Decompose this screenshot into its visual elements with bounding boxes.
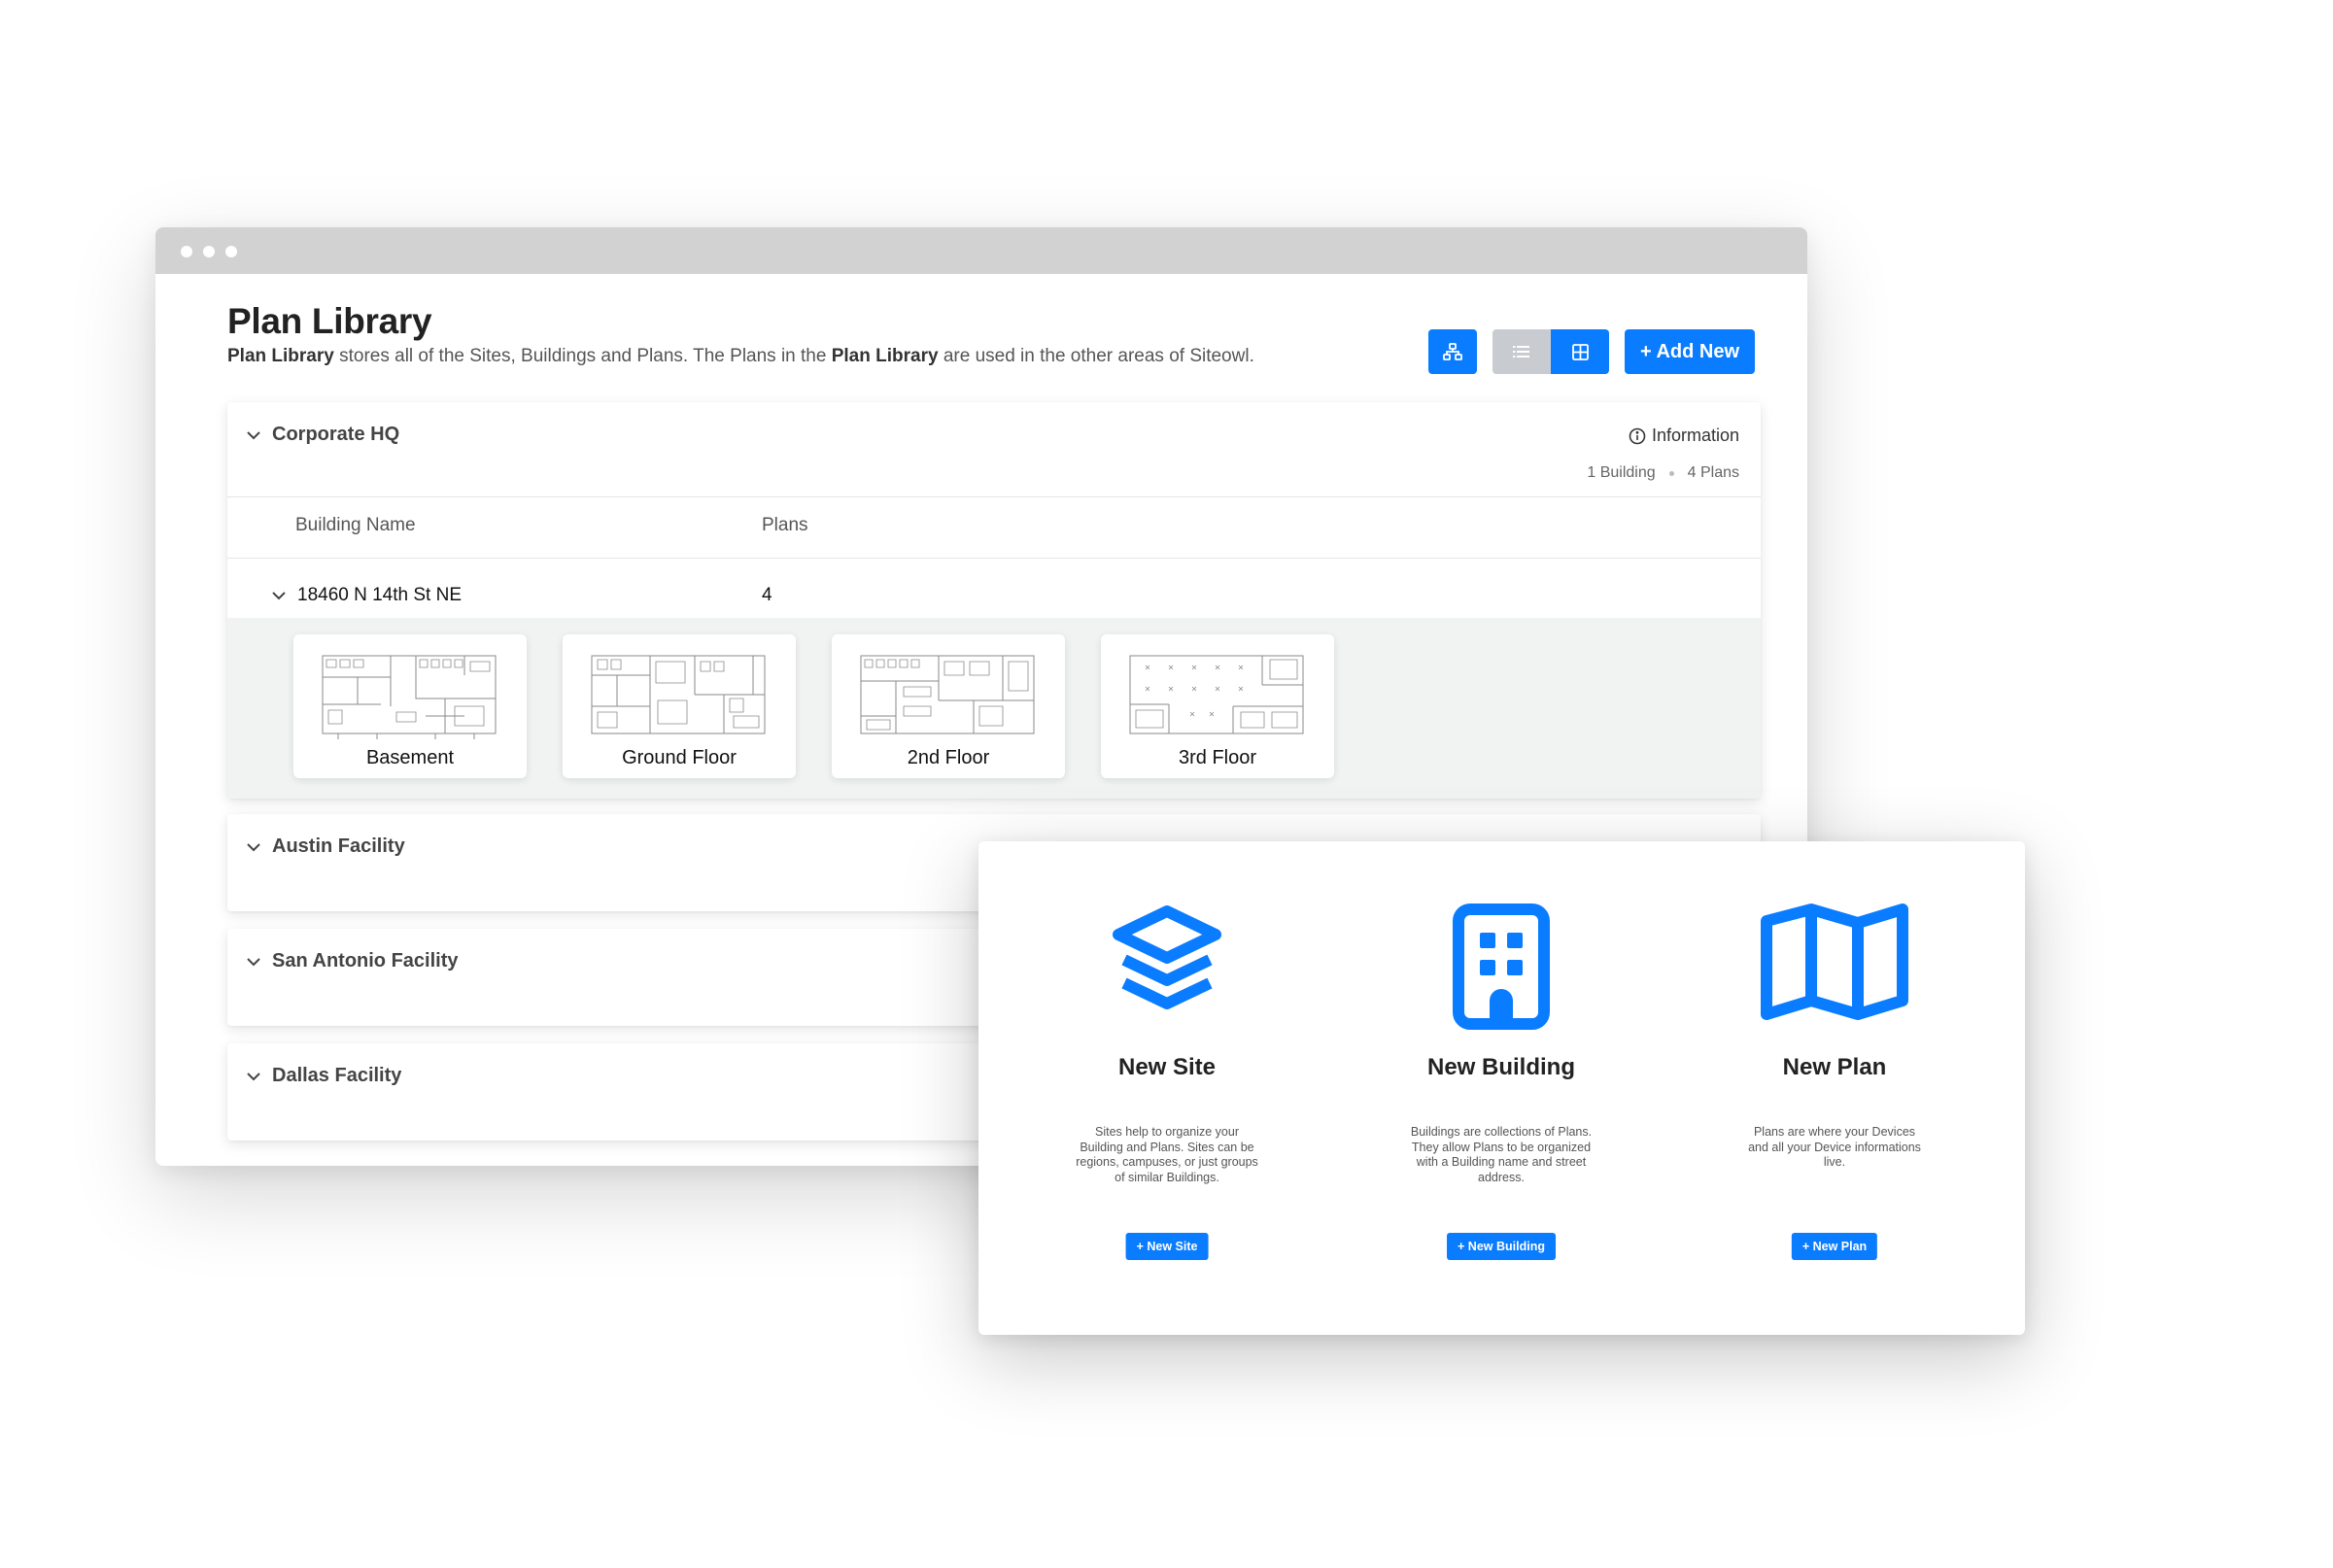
stat-separator <box>1668 470 1674 476</box>
option-title: New Site <box>1117 1054 1217 1080</box>
building-row[interactable]: 18460 N 14th St NE <box>270 585 462 606</box>
site-card-corporate-hq: Corporate HQ Information 1 Building 4 Pl… <box>227 402 1761 799</box>
plan-card-2nd-floor[interactable]: 2nd Floor <box>832 634 1065 778</box>
chevron-down-icon <box>247 430 260 439</box>
plan-card-ground-floor[interactable]: Ground Floor <box>563 634 796 778</box>
building-count: 1 Building <box>1587 464 1656 481</box>
new-plan-button[interactable]: + New Plan <box>1791 1233 1878 1260</box>
site-header[interactable]: Austin Facility <box>245 835 405 858</box>
information-label: Information <box>1651 426 1739 445</box>
site-name: Dallas Facility <box>272 1065 402 1086</box>
plan-card-basement[interactable]: Basement <box>293 634 527 778</box>
building-name: 18460 N 14th St NE <box>297 585 462 605</box>
column-header-building-name: Building Name <box>295 515 416 535</box>
option-title: New Plan <box>1782 1054 1887 1080</box>
plan-card-3rd-floor[interactable]: 3rd Floor <box>1101 634 1334 778</box>
column-header-plans: Plans <box>762 515 808 535</box>
plan-count: 4 Plans <box>1687 464 1739 481</box>
grid-view-button[interactable] <box>1551 329 1609 374</box>
plans-area: Basement Ground Floor 2nd Floor 3rd Floo… <box>227 618 1761 799</box>
site-name: Corporate HQ <box>272 424 400 445</box>
floorplan-thumbnail <box>322 655 497 739</box>
window-dot <box>225 246 237 257</box>
floorplan-thumbnail <box>860 655 1035 734</box>
building-plan-count: 4 <box>762 585 772 605</box>
page-description: Plan Library stores all of the Sites, Bu… <box>227 346 1254 366</box>
new-building-button[interactable]: + New Building <box>1447 1233 1556 1260</box>
page-title: Plan Library <box>227 301 432 341</box>
plan-label: Ground Floor <box>622 747 737 768</box>
list-view-button[interactable] <box>1492 329 1551 374</box>
sitemap-icon <box>1443 343 1462 360</box>
chevron-down-icon <box>247 957 260 966</box>
add-new-button[interactable]: + Add New <box>1625 329 1755 374</box>
divider <box>227 496 1761 497</box>
site-header[interactable]: Dallas Facility <box>245 1065 401 1087</box>
chevron-down-icon <box>247 1072 260 1080</box>
site-stats: 1 Building 4 Plans <box>1587 464 1739 482</box>
option-description: Plans are where your Devices and all you… <box>1748 1125 1921 1170</box>
option-title: New Building <box>1427 1054 1575 1080</box>
map-icon <box>1761 903 1908 1020</box>
hierarchy-view-button[interactable] <box>1428 329 1477 374</box>
site-name: San Antonio Facility <box>272 950 459 971</box>
new-site-button[interactable]: + New Site <box>1125 1233 1209 1260</box>
chevron-down-icon <box>272 592 286 600</box>
list-icon <box>1513 346 1529 358</box>
chevron-down-icon <box>247 842 260 851</box>
floorplan-thumbnail <box>1129 655 1304 734</box>
site-name: Austin Facility <box>272 835 405 857</box>
building-icon <box>1453 903 1550 1030</box>
browser-titlebar <box>155 227 1807 274</box>
floorplan-thumbnail <box>591 655 766 734</box>
window-dot <box>181 246 192 257</box>
information-link[interactable]: Information <box>1629 426 1739 446</box>
grid-icon <box>1571 343 1589 360</box>
plan-label: 3rd Floor <box>1178 747 1257 768</box>
window-dot <box>203 246 215 257</box>
option-description: Sites help to organize your Building and… <box>1076 1125 1258 1184</box>
site-header[interactable]: Corporate HQ <box>245 424 399 446</box>
new-item-panel: New Site Sites help to organize your Bui… <box>978 841 2025 1335</box>
layers-icon <box>1113 905 1221 1009</box>
divider <box>227 558 1761 559</box>
plan-label: Basement <box>365 747 455 768</box>
plan-label: 2nd Floor <box>907 747 990 768</box>
option-description: Buildings are collections of Plans. They… <box>1410 1125 1593 1184</box>
info-icon <box>1629 427 1646 444</box>
site-header[interactable]: San Antonio Facility <box>245 950 459 972</box>
